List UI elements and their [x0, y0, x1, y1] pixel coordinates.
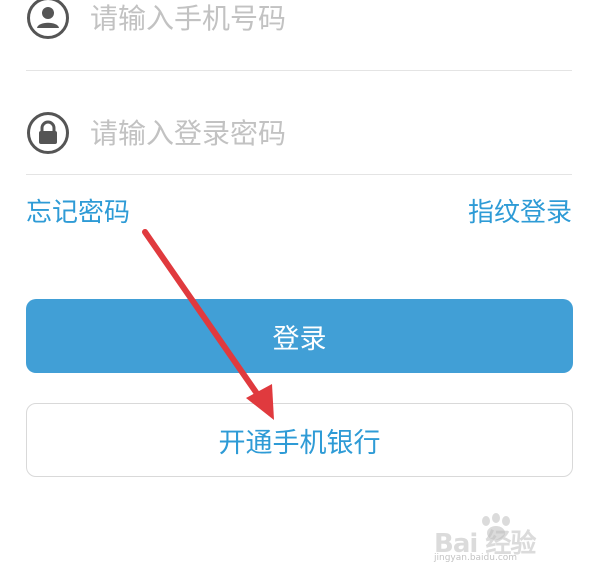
annotation-arrow — [142, 229, 274, 420]
login-screen: 忘记密码 指纹登录 登录 开通手机银行 Bai 经验 jingyan.baidu… — [0, 0, 600, 581]
password-field[interactable] — [26, 92, 572, 175]
baidu-jingyan-watermark: Bai 经验 jingyan.baidu.com — [434, 513, 570, 569]
phone-input[interactable] — [90, 0, 550, 38]
login-button[interactable]: 登录 — [26, 299, 573, 373]
phone-field[interactable] — [26, 0, 572, 71]
forgot-password-link[interactable]: 忘记密码 — [26, 196, 130, 230]
password-input[interactable] — [90, 113, 550, 153]
fingerprint-login-link[interactable]: 指纹登录 — [468, 196, 572, 230]
lock-icon — [26, 111, 70, 155]
user-icon — [26, 0, 70, 40]
watermark-url: jingyan.baidu.com — [434, 553, 518, 563]
open-mobile-banking-button[interactable]: 开通手机银行 — [26, 403, 573, 477]
